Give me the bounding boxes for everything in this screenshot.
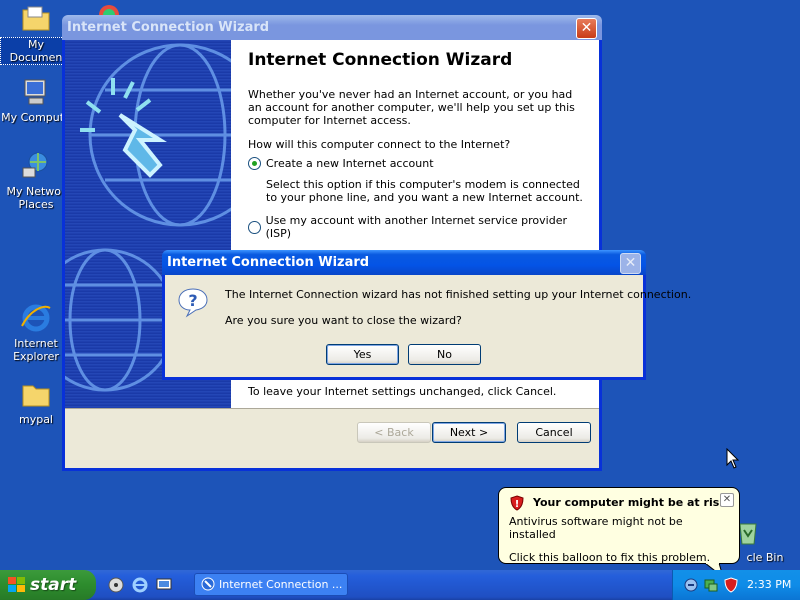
balloon-line1: Antivirus software might not be installe… — [509, 515, 683, 541]
desktop-icon-label: cle Bin — [746, 551, 784, 564]
svg-text:?: ? — [188, 291, 197, 310]
wizard-task-icon — [201, 577, 215, 591]
internet-explorer-icon — [21, 304, 51, 332]
cancel-button[interactable]: Cancel — [517, 422, 591, 443]
next-button[interactable]: Next > — [432, 422, 506, 443]
mouse-cursor-icon — [726, 448, 740, 469]
system-tray: 2:33 PM — [672, 570, 800, 600]
wizard-window: Internet Connection Wizard ✕ Internet Co… — [62, 15, 602, 471]
balloon-close-button[interactable]: ✕ — [720, 493, 734, 507]
dialog-message: The Internet Connection wizard has not f… — [225, 288, 692, 301]
shield-warning-icon: ! — [510, 495, 524, 511]
wizard-close-button[interactable]: ✕ — [576, 18, 597, 39]
folder-icon — [22, 385, 50, 407]
dialog-titlebar[interactable]: Internet Connection Wizard ✕ — [162, 250, 646, 275]
computer-icon — [24, 79, 46, 105]
svg-text:!: ! — [515, 499, 520, 510]
wizard-title: Internet Connection Wizard — [67, 20, 270, 35]
wizard-intro: Whether you've never had an Internet acc… — [248, 88, 575, 127]
wizard-heading: Internet Connection Wizard — [248, 50, 513, 70]
windows-logo-icon — [8, 577, 25, 592]
option-create-account-desc: Select this option if this computer's mo… — [266, 178, 583, 204]
desktop-icon-label: My Compute — [1, 111, 71, 124]
wizard-footer: < Back Next > Cancel — [65, 408, 599, 453]
security-balloon[interactable]: ! Your computer might be at risk ✕ Antiv… — [498, 487, 740, 577]
dialog-question: Are you sure you want to close the wizar… — [225, 314, 462, 327]
desktop-icon-label: mypal — [18, 413, 53, 426]
network-icon — [22, 152, 48, 178]
radio-unselected-icon[interactable] — [248, 220, 261, 234]
quicklaunch-ie-icon[interactable] — [132, 577, 148, 593]
radio-selected-icon[interactable] — [248, 157, 261, 170]
dialog-title: Internet Connection Wizard — [167, 255, 370, 270]
taskbar-item-label: Internet Connection ... — [219, 578, 343, 591]
clock: 2:33 PM — [747, 578, 792, 591]
no-button[interactable]: No — [408, 344, 481, 365]
start-label: start — [30, 575, 77, 595]
tray-connection-icon[interactable] — [703, 577, 719, 593]
yes-button[interactable]: Yes — [326, 344, 399, 365]
wizard-titlebar[interactable]: Internet Connection Wizard ✕ — [62, 15, 602, 40]
wizard-question: How will this computer connect to the In… — [248, 138, 511, 151]
dialog-close-button[interactable]: ✕ — [620, 253, 641, 274]
tray-security-shield-icon[interactable] — [723, 577, 739, 593]
taskbar: start Internet Connection ... 2:33 PM — [0, 570, 800, 600]
balloon-title: Your computer might be at risk — [533, 496, 727, 509]
option-use-existing[interactable]: Use my account with another Internet ser… — [248, 214, 585, 240]
back-button[interactable]: < Back — [357, 422, 431, 443]
quicklaunch-media-icon[interactable] — [108, 577, 124, 593]
option-create-account-label: Create a new Internet account — [266, 157, 434, 170]
folder-icon — [22, 6, 50, 31]
option-create-account[interactable]: Create a new Internet account — [248, 157, 585, 170]
partial-desktop-icon — [99, 5, 119, 16]
tray-network-icon[interactable] — [683, 577, 699, 593]
wizard-leave-text: To leave your Internet settings unchange… — [248, 385, 557, 398]
confirm-dialog: Internet Connection Wizard ✕ ? The Inter… — [162, 250, 691, 380]
balloon-line2: Click this balloon to fix this problem. — [509, 551, 711, 564]
start-button[interactable]: start — [0, 570, 96, 600]
taskbar-item-internet-connection[interactable]: Internet Connection ... — [194, 573, 348, 596]
question-icon: ? — [178, 288, 208, 318]
quicklaunch-desktop-icon[interactable] — [156, 577, 172, 593]
option-use-existing-label: Use my account with another Internet ser… — [265, 214, 567, 240]
